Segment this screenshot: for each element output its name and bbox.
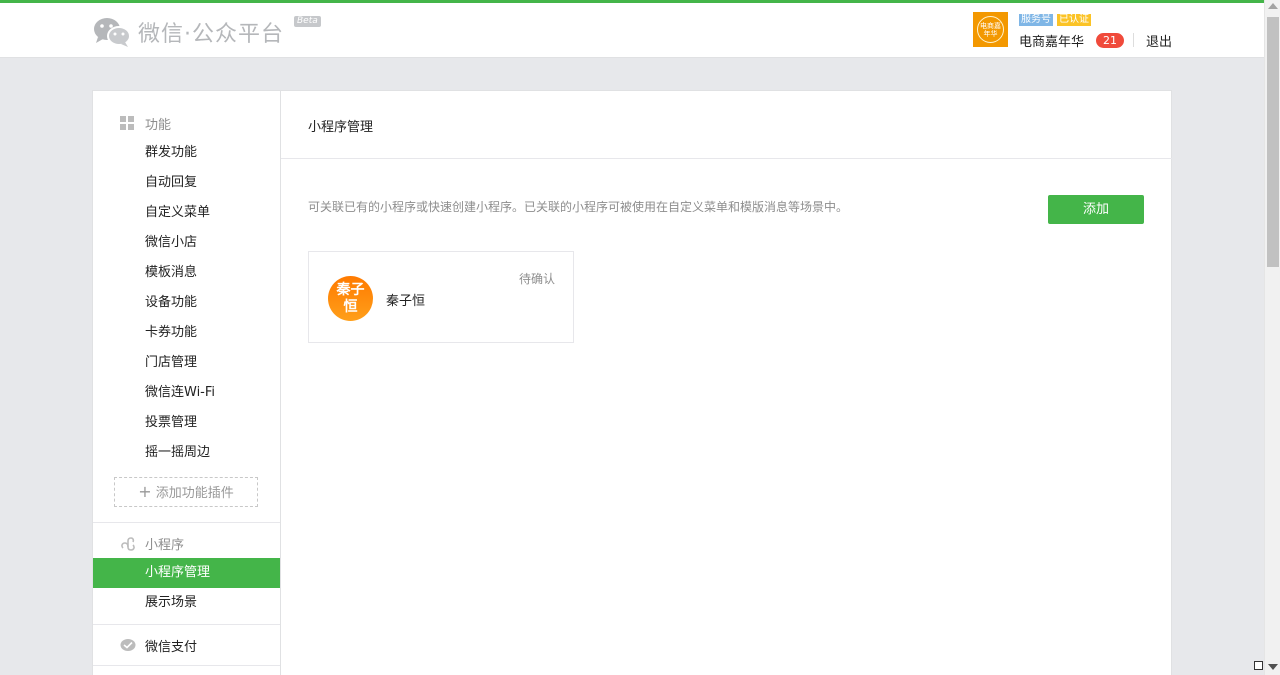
sidebar-section-miniprogram: 小程序 (93, 528, 280, 558)
sidebar-item-display-scenes[interactable]: 展示场景 (93, 588, 280, 618)
message-count-badge[interactable]: 21 (1096, 33, 1124, 48)
sidebar-section-title: 微信支付 (145, 639, 198, 655)
sidebar-item-coupons[interactable]: 卡券功能 (93, 318, 280, 348)
sidebar-section-title: 功能 (145, 117, 172, 133)
logo-text: 微信·公众平台 (138, 22, 284, 47)
status-badge: 待确认 (518, 272, 555, 286)
sidebar-divider (93, 522, 280, 523)
account-avatar-text: 电商嘉年华 (980, 21, 1001, 38)
sidebar-item-store-management[interactable]: 门店管理 (93, 348, 280, 378)
page-description: 可关联已有的小程序或快速创建小程序。已关联的小程序可被使用在自定义菜单和模版消息… (308, 200, 849, 214)
sidebar-item-mass-send[interactable]: 群发功能 (93, 138, 280, 168)
miniprogram-avatar: 秦子恒 (328, 276, 373, 321)
sidebar-section-title: 小程序 (145, 537, 185, 553)
sidebar-item-shake-nearby[interactable]: 摇一摇周边 (93, 438, 280, 468)
sidebar-item-device[interactable]: 设备功能 (93, 288, 280, 318)
miniprogram-name: 秦子恒 (386, 294, 426, 309)
wechat-pay-icon (120, 639, 136, 651)
scrollbar-thumb[interactable] (1267, 17, 1279, 267)
logout-link[interactable]: 退出 (1146, 31, 1172, 50)
sidebar-item-auto-reply[interactable]: 自动回复 (93, 168, 280, 198)
page-title: 小程序管理 (308, 120, 374, 135)
wechat-logo[interactable]: 微信·公众平台 (92, 15, 284, 49)
wechat-logo-icon (94, 18, 131, 47)
add-button[interactable]: 添加 (1048, 195, 1144, 224)
miniprogram-avatar-text: 秦子恒 (336, 281, 365, 315)
top-header: 微信·公众平台 Beta 电商嘉年华 服务号 已认证 电商嘉年华 21 退出 (0, 3, 1264, 58)
resize-corner-icon (1254, 661, 1263, 670)
sidebar-item-voting[interactable]: 投票管理 (93, 408, 280, 438)
sidebar-item-wechat-store[interactable]: 微信小店 (93, 228, 280, 258)
miniprogram-icon (121, 537, 135, 551)
scroll-down-icon[interactable] (1268, 664, 1278, 670)
service-account-tag: 服务号 (1019, 14, 1053, 26)
account-name[interactable]: 电商嘉年华 (1019, 31, 1084, 50)
add-plugin-button[interactable]: + 添加功能插件 (114, 477, 258, 507)
plus-icon: + (138, 482, 152, 501)
scroll-up-icon[interactable] (1268, 3, 1278, 9)
account-avatar[interactable]: 电商嘉年华 (973, 12, 1008, 47)
miniprogram-card[interactable]: 秦子恒 秦子恒 待确认 (308, 251, 574, 343)
sidebar: 功能 群发功能 自动回复 自定义菜单 微信小店 模板消息 设备功能 卡券功能 门… (93, 91, 281, 675)
sidebar-divider (93, 624, 280, 625)
sidebar-item-custom-menu[interactable]: 自定义菜单 (93, 198, 280, 228)
sidebar-item-wifi[interactable]: 微信连Wi-Fi (93, 378, 280, 408)
beta-badge: Beta (294, 16, 321, 27)
sidebar-divider (93, 665, 280, 666)
title-divider (281, 158, 1172, 159)
sidebar-item-miniprogram-management[interactable]: 小程序管理 (93, 558, 280, 588)
grid-icon (120, 116, 134, 130)
vertical-scrollbar[interactable] (1264, 0, 1280, 675)
header-divider (1133, 33, 1134, 47)
sidebar-section-wechat-pay[interactable]: 微信支付 (93, 630, 280, 660)
add-plugin-label: 添加功能插件 (155, 486, 234, 501)
sidebar-item-template-message[interactable]: 模板消息 (93, 258, 280, 288)
verified-tag: 已认证 (1057, 14, 1091, 26)
content-container: 功能 群发功能 自动回复 自定义菜单 微信小店 模板消息 设备功能 卡券功能 门… (92, 90, 1172, 675)
certified-seal-icon: 电商嘉年华 (977, 16, 1004, 43)
main-content: 小程序管理 可关联已有的小程序或快速创建小程序。已关联的小程序可被使用在自定义菜… (281, 91, 1172, 675)
sidebar-section-features: 功能 (93, 108, 280, 138)
